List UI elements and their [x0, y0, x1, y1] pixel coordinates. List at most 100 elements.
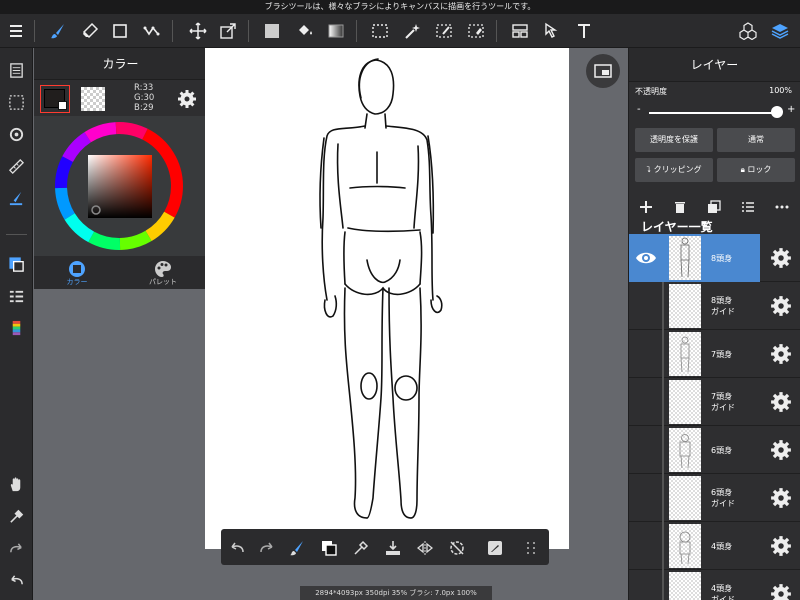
gradient-tool-icon[interactable]	[322, 17, 350, 45]
layer-name: 8頭身	[711, 253, 733, 263]
clipping-button[interactable]: ⮧ クリッピング	[635, 158, 713, 182]
layer-name: 4頭身 ガイド	[711, 584, 735, 600]
tab-palette-label: パレット	[149, 278, 177, 286]
eyedropper-button[interactable]	[349, 536, 373, 560]
fullscreen-button[interactable]	[586, 54, 620, 88]
main-color-swatch[interactable]	[40, 85, 70, 113]
layer-item[interactable]: 6頭身	[629, 426, 800, 474]
clear-layer-button[interactable]	[381, 536, 405, 560]
rotation-reset-button[interactable]	[445, 536, 469, 560]
opacity-plus[interactable]: +	[787, 104, 795, 115]
color-settings-gear-icon[interactable]	[177, 89, 197, 109]
color-panel: カラー R:33 G:30 B:29 カラー パレット	[34, 48, 207, 289]
quick-access-bar	[221, 529, 549, 565]
layer-thumbnail	[669, 380, 701, 424]
opacity-minus[interactable]: -	[637, 104, 641, 115]
layer-name: 6頭身	[711, 445, 733, 455]
selection-toggle-icon[interactable]	[4, 90, 29, 115]
frame-tool-icon[interactable]	[506, 17, 534, 45]
figure-sketch	[319, 58, 443, 519]
transform-tool-icon[interactable]	[214, 17, 242, 45]
protect-alpha-button[interactable]: 透明度を保護	[635, 128, 713, 152]
layer-settings-gear-icon[interactable]	[770, 439, 792, 461]
shape-tool-icon[interactable]	[106, 17, 134, 45]
lock-button[interactable]: 🔒︎ ロック	[717, 158, 795, 182]
blend-mode-button[interactable]: 通常	[717, 128, 795, 152]
delete-layer-icon[interactable]	[671, 198, 689, 216]
layer-settings-gear-icon[interactable]	[770, 535, 792, 557]
clipping-icon: ⮧	[646, 165, 652, 174]
color-set-icon[interactable]	[4, 316, 29, 341]
hand-tool-icon[interactable]	[4, 472, 29, 497]
redo-button[interactable]	[255, 536, 279, 560]
layer-item[interactable]: 6頭身 ガイド	[629, 474, 800, 522]
color-panel-title: カラー	[34, 48, 207, 80]
layer-item[interactable]: 4頭身 ガイド	[629, 570, 800, 600]
select-eraser-icon[interactable]	[462, 17, 490, 45]
snap-brush-icon[interactable]	[4, 186, 29, 211]
layer-settings-gear-icon[interactable]	[770, 247, 792, 269]
layer-thumbnail	[669, 428, 701, 472]
brush-tool-icon[interactable]	[44, 17, 72, 45]
select-pen-icon[interactable]	[430, 17, 458, 45]
tab-color[interactable]: カラー	[34, 256, 120, 289]
bucket-tool-icon[interactable]	[290, 17, 318, 45]
edit-shortcut-button[interactable]	[483, 536, 507, 560]
layer-item[interactable]: 8頭身 ガイド	[629, 282, 800, 330]
opacity-thumb[interactable]	[771, 106, 783, 118]
drawing-canvas[interactable]	[205, 48, 569, 549]
layer-list-icon[interactable]	[739, 198, 757, 216]
duplicate-layer-icon[interactable]	[705, 198, 723, 216]
color-panel-toggle-icon[interactable]	[4, 252, 29, 277]
eraser-tool-icon[interactable]	[76, 17, 104, 45]
layer-item[interactable]: 7頭身	[629, 330, 800, 378]
color-wheel[interactable]	[34, 116, 207, 256]
fill-color-icon[interactable]	[258, 17, 286, 45]
undo-button[interactable]	[225, 536, 249, 560]
top-toolbar	[0, 14, 800, 48]
opacity-value: 100%	[769, 86, 792, 95]
eyedropper-icon-bottom	[354, 540, 369, 555]
more-grid-button[interactable]	[519, 536, 543, 560]
ruler-icon[interactable]	[4, 154, 29, 179]
brush-button[interactable]	[285, 536, 309, 560]
undo-icon[interactable]	[4, 568, 29, 593]
menu-icon[interactable]	[2, 17, 30, 45]
transparent-color-swatch[interactable]	[81, 87, 105, 111]
layer-item[interactable]: 7頭身 ガイド	[629, 378, 800, 426]
layer-thumbnail	[669, 236, 701, 280]
opacity-label: 不透明度	[635, 87, 667, 96]
clipping-label: クリッピング	[653, 165, 702, 174]
layers-icon[interactable]	[766, 17, 794, 45]
layer-item[interactable]: 8頭身	[629, 234, 800, 282]
layer-item[interactable]: 4頭身	[629, 522, 800, 570]
brush-list-icon[interactable]	[4, 284, 29, 309]
layer-settings-gear-icon[interactable]	[770, 487, 792, 509]
curve-tool-icon[interactable]	[138, 17, 166, 45]
eye-icon[interactable]	[634, 246, 658, 270]
select-rect-icon[interactable]	[366, 17, 394, 45]
materials-icon[interactable]	[734, 17, 762, 45]
text-tool-icon[interactable]	[570, 17, 598, 45]
lock-icon: 🔒︎	[740, 165, 745, 174]
color-swap-button[interactable]	[317, 536, 341, 560]
rotate-icon[interactable]	[4, 122, 29, 147]
tab-palette[interactable]: パレット	[120, 256, 206, 289]
operation-tool-icon[interactable]	[538, 17, 566, 45]
layer-settings-gear-icon[interactable]	[770, 583, 792, 600]
magic-wand-icon[interactable]	[398, 17, 426, 45]
layer-settings-gear-icon[interactable]	[770, 391, 792, 413]
layer-settings-gear-icon[interactable]	[770, 343, 792, 365]
more-options-icon[interactable]	[773, 198, 791, 216]
opacity-slider[interactable]: - +	[635, 104, 795, 118]
document-icon[interactable]	[4, 58, 29, 83]
layer-settings-gear-icon[interactable]	[770, 295, 792, 317]
layer-name: 8頭身 ガイド	[711, 296, 735, 316]
palette-icon	[155, 261, 171, 277]
add-layer-icon[interactable]	[637, 198, 655, 216]
eyedropper-icon[interactable]	[4, 504, 29, 529]
redo-icon[interactable]	[4, 536, 29, 561]
move-tool-icon[interactable]	[184, 17, 212, 45]
layer-name: 4頭身	[711, 541, 733, 551]
flip-button[interactable]	[413, 536, 437, 560]
